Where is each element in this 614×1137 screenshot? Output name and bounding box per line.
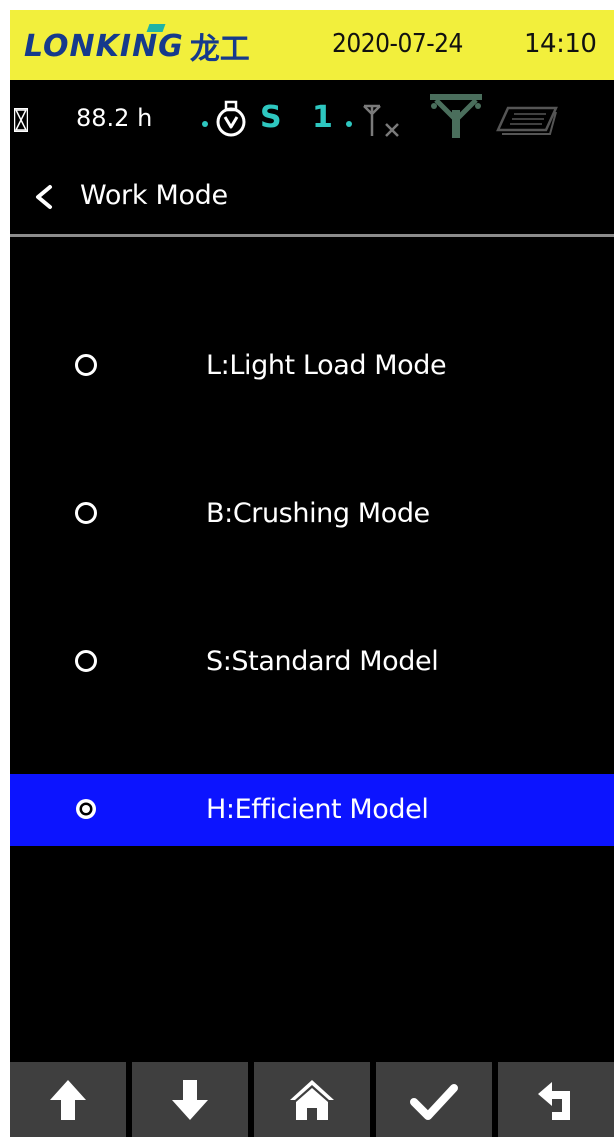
option-label: H:Efficient Model [206, 794, 429, 825]
time-display: 14:10 [524, 29, 597, 59]
radio-checked-icon[interactable] [74, 797, 98, 821]
antenna-off-icon [363, 104, 399, 137]
divider [10, 234, 614, 237]
option-efficient-model[interactable]: H:Efficient Model [10, 774, 614, 846]
brand-name: LONKING [24, 28, 184, 64]
brand-logo: LONKING 龙工 [24, 24, 250, 67]
option-crushing-mode[interactable]: B:Crushing Mode [10, 478, 614, 550]
engine-hours: 88.2 h [76, 104, 153, 132]
confirm-button[interactable] [376, 1062, 492, 1137]
chevron-left-icon[interactable] [32, 184, 54, 210]
checkmark-icon [410, 1083, 458, 1120]
engine-icon [216, 100, 246, 137]
return-icon [538, 1081, 570, 1120]
arrow-down-icon [172, 1079, 208, 1120]
bottom-toolbar [10, 1062, 614, 1137]
radio-unchecked-icon[interactable] [74, 649, 98, 673]
header-bar: LONKING 龙工 2020-07-24 14:10 [10, 10, 614, 80]
option-label: L:Light Load Mode [206, 350, 447, 381]
radio-unchecked-icon[interactable] [74, 353, 98, 377]
return-button[interactable] [498, 1062, 614, 1137]
signal-tower-icon [430, 94, 482, 138]
brand-name-chinese: 龙工 [189, 32, 250, 67]
page-header: Work Mode [10, 158, 614, 234]
gear-indicator: S 1 [260, 100, 343, 135]
status-bar: 88.2 h S 1 [10, 82, 614, 158]
status-dot [202, 121, 208, 127]
radio-unchecked-icon[interactable] [74, 501, 98, 525]
home-button[interactable] [254, 1062, 370, 1137]
up-button[interactable] [10, 1062, 126, 1137]
manual-book-icon [496, 106, 558, 135]
option-label: S:Standard Model [206, 646, 439, 677]
down-button[interactable] [132, 1062, 248, 1137]
date-display: 2020-07-24 [332, 29, 463, 59]
brand-logo-accent [146, 24, 166, 32]
option-label: B:Crushing Mode [206, 498, 430, 529]
option-light-load-mode[interactable]: L:Light Load Mode [10, 330, 614, 402]
hourglass-icon [14, 108, 28, 132]
page-title: Work Mode [80, 180, 228, 211]
device-screen: LONKING 龙工 2020-07-24 14:10 88.2 h S 1 W… [10, 10, 614, 1137]
home-icon [290, 1079, 334, 1120]
arrow-up-icon [50, 1079, 86, 1120]
option-standard-model[interactable]: S:Standard Model [10, 626, 614, 698]
status-dot [346, 121, 352, 127]
